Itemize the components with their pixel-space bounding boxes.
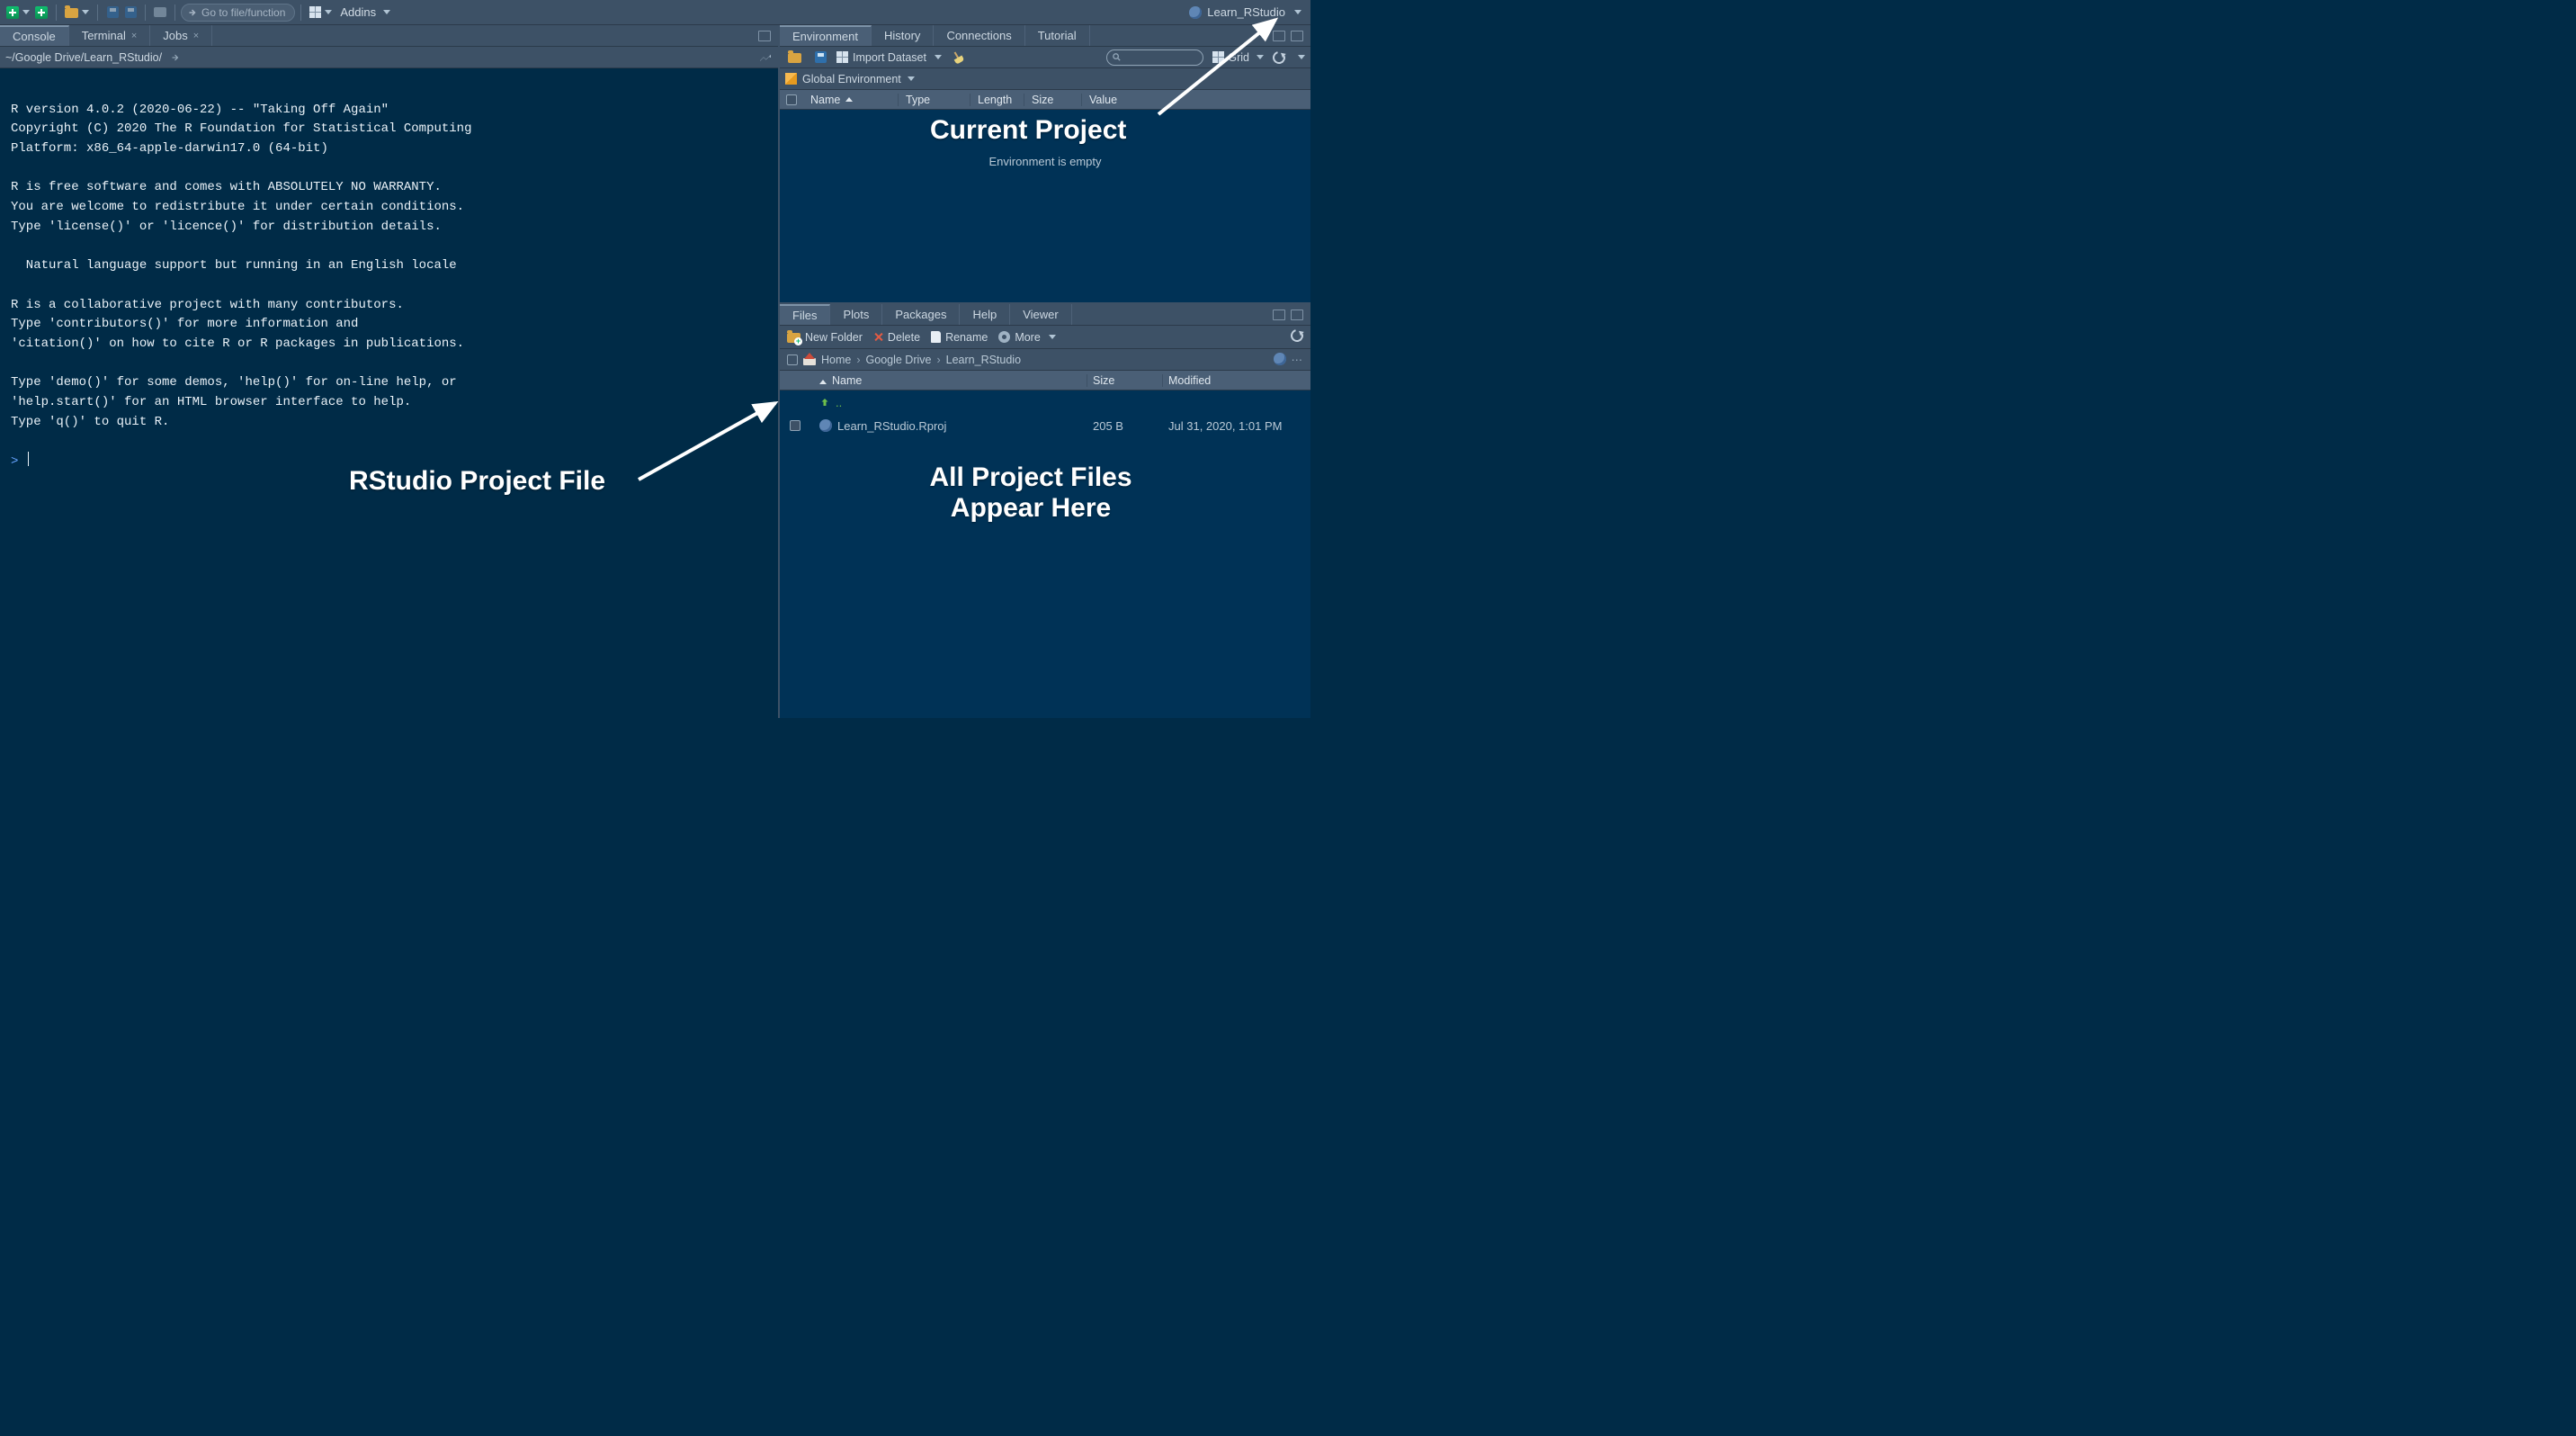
folder-plus-icon bbox=[787, 333, 801, 343]
tab-jobs[interactable]: Jobs× bbox=[150, 25, 212, 46]
env-search-input[interactable] bbox=[1106, 49, 1203, 66]
tab-help[interactable]: Help bbox=[960, 304, 1010, 325]
new-folder-button[interactable]: New Folder bbox=[787, 331, 863, 344]
breadcrumb-item[interactable]: Learn_RStudio bbox=[946, 354, 1021, 366]
delete-icon bbox=[873, 332, 883, 342]
import-dataset-menu[interactable]: Import Dataset bbox=[836, 51, 942, 64]
env-view-mode[interactable]: Grid bbox=[1212, 51, 1264, 64]
parent-dir-row[interactable]: .. bbox=[780, 390, 1310, 414]
more-menu[interactable]: More bbox=[998, 331, 1055, 344]
refresh-icon[interactable] bbox=[1270, 49, 1287, 66]
grid-icon bbox=[1212, 51, 1224, 63]
rename-button[interactable]: Rename bbox=[931, 331, 988, 344]
files-toolbar: New Folder Delete Rename More bbox=[780, 326, 1310, 349]
select-all-checkbox[interactable] bbox=[787, 355, 798, 365]
row-checkbox[interactable] bbox=[790, 420, 801, 431]
env-scope-bar: Global Environment bbox=[780, 68, 1310, 90]
new-file-button[interactable] bbox=[4, 4, 32, 22]
files-body: .. Learn_RStudio.Rproj 205 B Jul 31, 202… bbox=[780, 390, 1310, 718]
chevron-right-icon: › bbox=[856, 354, 860, 366]
save-all-icon[interactable] bbox=[121, 4, 139, 22]
gear-icon bbox=[998, 331, 1010, 343]
files-tabstrip: Files Plots Packages Help Viewer bbox=[780, 304, 1310, 326]
env-scope[interactable]: Global Environment bbox=[802, 73, 915, 85]
grid-icon bbox=[836, 51, 848, 63]
sort-asc-icon[interactable] bbox=[845, 97, 853, 102]
tools-grid-button[interactable] bbox=[307, 4, 335, 22]
save-workspace-icon[interactable] bbox=[811, 49, 829, 67]
chevron-right-icon: › bbox=[936, 354, 940, 366]
up-arrow-icon bbox=[819, 397, 830, 408]
env-toolbar: Import Dataset Grid bbox=[780, 47, 1310, 68]
sort-asc-icon[interactable] bbox=[819, 380, 827, 384]
save-icon[interactable] bbox=[103, 4, 121, 22]
clear-console-icon[interactable] bbox=[758, 50, 773, 65]
rproj-icon bbox=[1189, 6, 1202, 19]
breadcrumb-item[interactable]: Google Drive bbox=[866, 354, 932, 366]
minimize-pane-icon[interactable] bbox=[1273, 310, 1285, 320]
tab-viewer[interactable]: Viewer bbox=[1010, 304, 1072, 325]
tab-packages[interactable]: Packages bbox=[882, 304, 960, 325]
file-name: Learn_RStudio.Rproj bbox=[837, 419, 946, 433]
goto-placeholder: Go to file/function bbox=[201, 6, 285, 19]
maximize-pane-icon[interactable] bbox=[1291, 310, 1303, 320]
tab-files[interactable]: Files bbox=[780, 304, 830, 325]
delete-button[interactable]: Delete bbox=[873, 331, 920, 344]
package-icon bbox=[785, 73, 797, 85]
tab-connections[interactable]: Connections bbox=[934, 25, 1024, 46]
goto-file-input[interactable]: Go to file/function bbox=[181, 4, 295, 22]
open-wd-icon[interactable] bbox=[169, 52, 182, 63]
more-path-icon[interactable]: ⋯ bbox=[1292, 353, 1304, 366]
files-columns: Name Size Modified bbox=[780, 371, 1310, 390]
clear-env-icon[interactable] bbox=[949, 49, 967, 67]
env-columns: Name Type Length Size Value bbox=[780, 90, 1310, 110]
tab-tutorial[interactable]: Tutorial bbox=[1025, 25, 1090, 46]
main-toolbar: Go to file/function Addins Learn_RStudio bbox=[0, 0, 1310, 25]
rproj-icon bbox=[819, 419, 832, 432]
file-row[interactable]: Learn_RStudio.Rproj 205 B Jul 31, 2020, … bbox=[780, 414, 1310, 437]
close-icon[interactable]: × bbox=[193, 31, 199, 41]
tab-environment[interactable]: Environment bbox=[780, 25, 872, 46]
open-file-button[interactable] bbox=[62, 4, 92, 22]
minimize-pane-icon[interactable] bbox=[1273, 31, 1285, 41]
new-project-button[interactable] bbox=[32, 4, 50, 22]
console-tabstrip: Console Terminal× Jobs× bbox=[0, 25, 778, 47]
minimize-pane-icon[interactable] bbox=[758, 31, 771, 41]
close-icon[interactable]: × bbox=[131, 31, 137, 41]
env-body: Environment is empty bbox=[780, 110, 1310, 302]
refresh-icon[interactable] bbox=[1288, 327, 1305, 344]
rproj-icon[interactable] bbox=[1274, 353, 1286, 365]
search-icon bbox=[1112, 52, 1122, 62]
console-output[interactable]: R version 4.0.2 (2020-06-22) -- "Taking … bbox=[0, 68, 778, 718]
tab-terminal[interactable]: Terminal× bbox=[69, 25, 151, 46]
breadcrumb-home[interactable]: Home bbox=[821, 354, 851, 366]
env-empty-message: Environment is empty bbox=[989, 155, 1102, 168]
home-icon[interactable] bbox=[803, 355, 816, 365]
env-tabstrip: Environment History Connections Tutorial bbox=[780, 25, 1310, 47]
maximize-pane-icon[interactable] bbox=[1291, 31, 1303, 41]
file-size: 205 B bbox=[1087, 419, 1163, 433]
tab-plots[interactable]: Plots bbox=[830, 304, 882, 325]
doc-icon bbox=[931, 331, 941, 343]
tab-history[interactable]: History bbox=[872, 25, 934, 46]
project-switcher[interactable]: Learn_RStudio bbox=[1189, 5, 1307, 19]
addins-menu[interactable]: Addins bbox=[335, 5, 396, 19]
console-working-dir: ~/Google Drive/Learn_RStudio/ bbox=[5, 51, 162, 64]
tab-console[interactable]: Console bbox=[0, 25, 69, 46]
select-all-checkbox[interactable] bbox=[786, 94, 797, 105]
console-path-bar: ~/Google Drive/Learn_RStudio/ bbox=[0, 47, 778, 68]
print-icon[interactable] bbox=[151, 4, 169, 22]
load-workspace-icon[interactable] bbox=[785, 49, 804, 67]
file-modified: Jul 31, 2020, 1:01 PM bbox=[1163, 419, 1310, 433]
files-breadcrumb: Home › Google Drive › Learn_RStudio ⋯ bbox=[780, 349, 1310, 371]
project-name: Learn_RStudio bbox=[1207, 5, 1285, 19]
